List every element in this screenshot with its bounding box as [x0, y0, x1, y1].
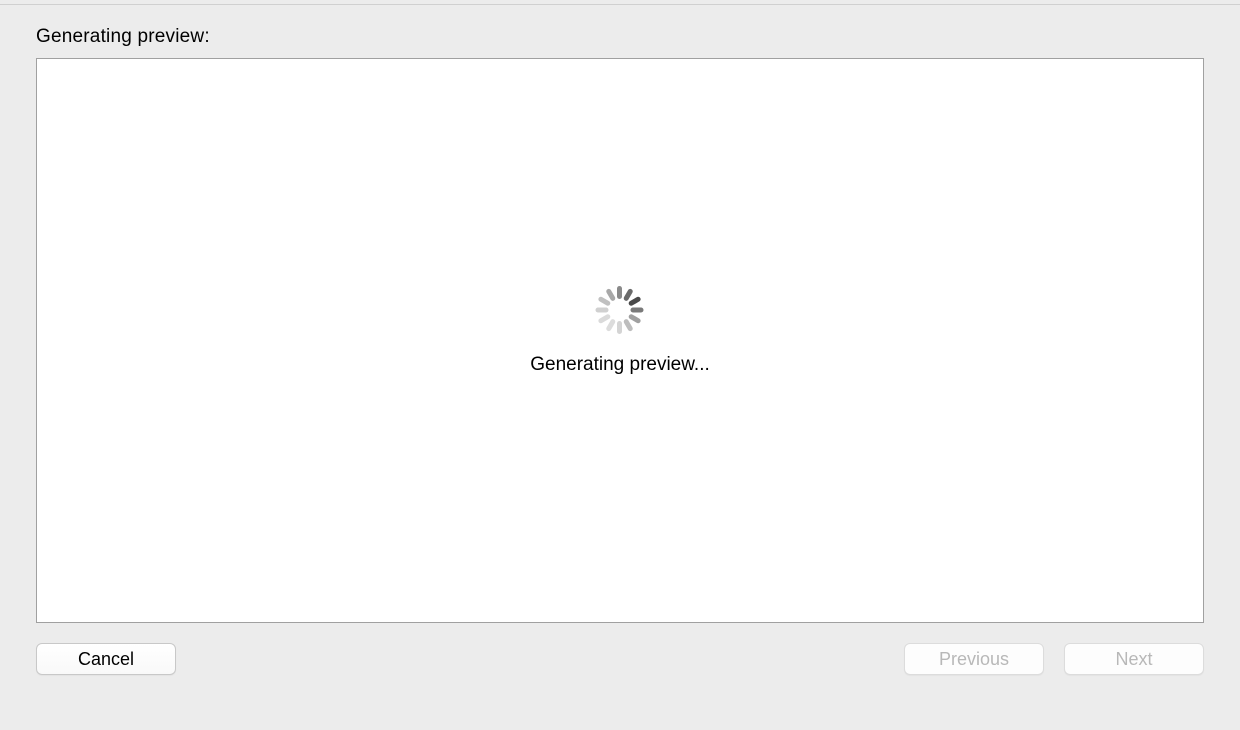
loading-indicator: Generating preview... — [530, 286, 710, 376]
section-heading: Generating preview: — [36, 26, 1204, 48]
spinner-icon — [596, 286, 644, 334]
nav-buttons: Previous Next — [904, 643, 1204, 675]
preview-pane: Generating preview... — [36, 58, 1204, 623]
loading-status-text: Generating preview... — [530, 354, 710, 376]
dialog-content: Generating preview: Generating preview..… — [0, 0, 1240, 623]
next-button[interactable]: Next — [1064, 643, 1204, 675]
dialog-footer: Cancel Previous Next — [0, 623, 1240, 675]
top-divider — [0, 4, 1240, 5]
previous-button[interactable]: Previous — [904, 643, 1044, 675]
cancel-button[interactable]: Cancel — [36, 643, 176, 675]
